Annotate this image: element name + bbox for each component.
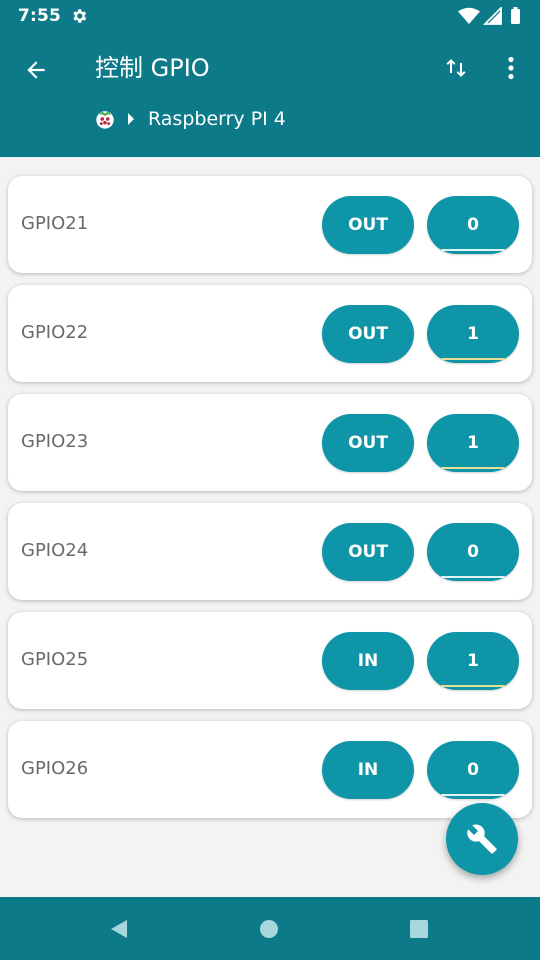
gpio-name: GPIO24 <box>21 540 89 561</box>
page-title: 控制 GPIO <box>95 54 210 82</box>
status-bar: 7:55 <box>0 0 540 32</box>
value-toggle[interactable]: 1 <box>427 414 519 472</box>
nav-recents-icon <box>410 920 428 938</box>
nav-home-button[interactable] <box>251 911 287 947</box>
battery-icon <box>511 9 520 24</box>
breadcrumb: Raspberry PI 4 <box>94 106 286 132</box>
gpio-card: GPIO24 OUT 0 <box>8 503 532 600</box>
sort-button[interactable] <box>436 48 476 88</box>
mode-button[interactable]: OUT <box>322 196 414 254</box>
value-toggle[interactable]: 1 <box>427 632 519 690</box>
gpio-card: GPIO22 OUT 1 <box>8 285 532 382</box>
value-toggle[interactable]: 0 <box>427 196 519 254</box>
gpio-name: GPIO26 <box>21 758 89 779</box>
raspberry-pi-icon <box>96 111 114 129</box>
value-toggle[interactable]: 0 <box>427 741 519 799</box>
chevron-right-icon <box>128 113 134 125</box>
arrow-left-icon <box>27 61 45 79</box>
mode-button[interactable]: IN <box>322 741 414 799</box>
gpio-card: GPIO21 OUT 0 <box>8 176 532 273</box>
wifi-icon <box>458 7 480 24</box>
mode-button[interactable]: IN <box>322 632 414 690</box>
value-toggle[interactable]: 0 <box>427 523 519 581</box>
value-toggle[interactable]: 1 <box>427 305 519 363</box>
tools-fab[interactable] <box>446 803 518 875</box>
settings-icon <box>73 9 87 23</box>
nav-back-button[interactable] <box>101 911 137 947</box>
back-button[interactable] <box>14 48 58 92</box>
mode-button[interactable]: OUT <box>322 414 414 472</box>
swap-vertical-icon <box>446 59 466 77</box>
more-options-button[interactable] <box>492 48 530 88</box>
gpio-name: GPIO22 <box>21 322 89 343</box>
status-icons <box>458 7 520 25</box>
more-vert-icon <box>508 56 514 80</box>
wrench-icon <box>467 824 497 854</box>
gpio-card: GPIO23 OUT 1 <box>8 394 532 491</box>
nav-home-icon <box>260 920 278 938</box>
device-name: Raspberry PI 4 <box>148 108 286 130</box>
mode-button[interactable]: OUT <box>322 523 414 581</box>
status-time: 7:55 <box>18 6 62 26</box>
gpio-name: GPIO23 <box>21 431 89 452</box>
nav-recents-button[interactable] <box>401 911 437 947</box>
gpio-name: GPIO21 <box>21 213 89 234</box>
nav-back-icon <box>111 920 127 938</box>
gpio-card: GPIO25 IN 1 <box>8 612 532 709</box>
gpio-card: GPIO26 IN 0 <box>8 721 532 818</box>
gpio-name: GPIO25 <box>21 649 89 670</box>
app-bar: 控制 GPIO Raspberry PI 4 <box>0 32 540 157</box>
mode-button[interactable]: OUT <box>322 305 414 363</box>
navigation-bar <box>0 897 540 960</box>
